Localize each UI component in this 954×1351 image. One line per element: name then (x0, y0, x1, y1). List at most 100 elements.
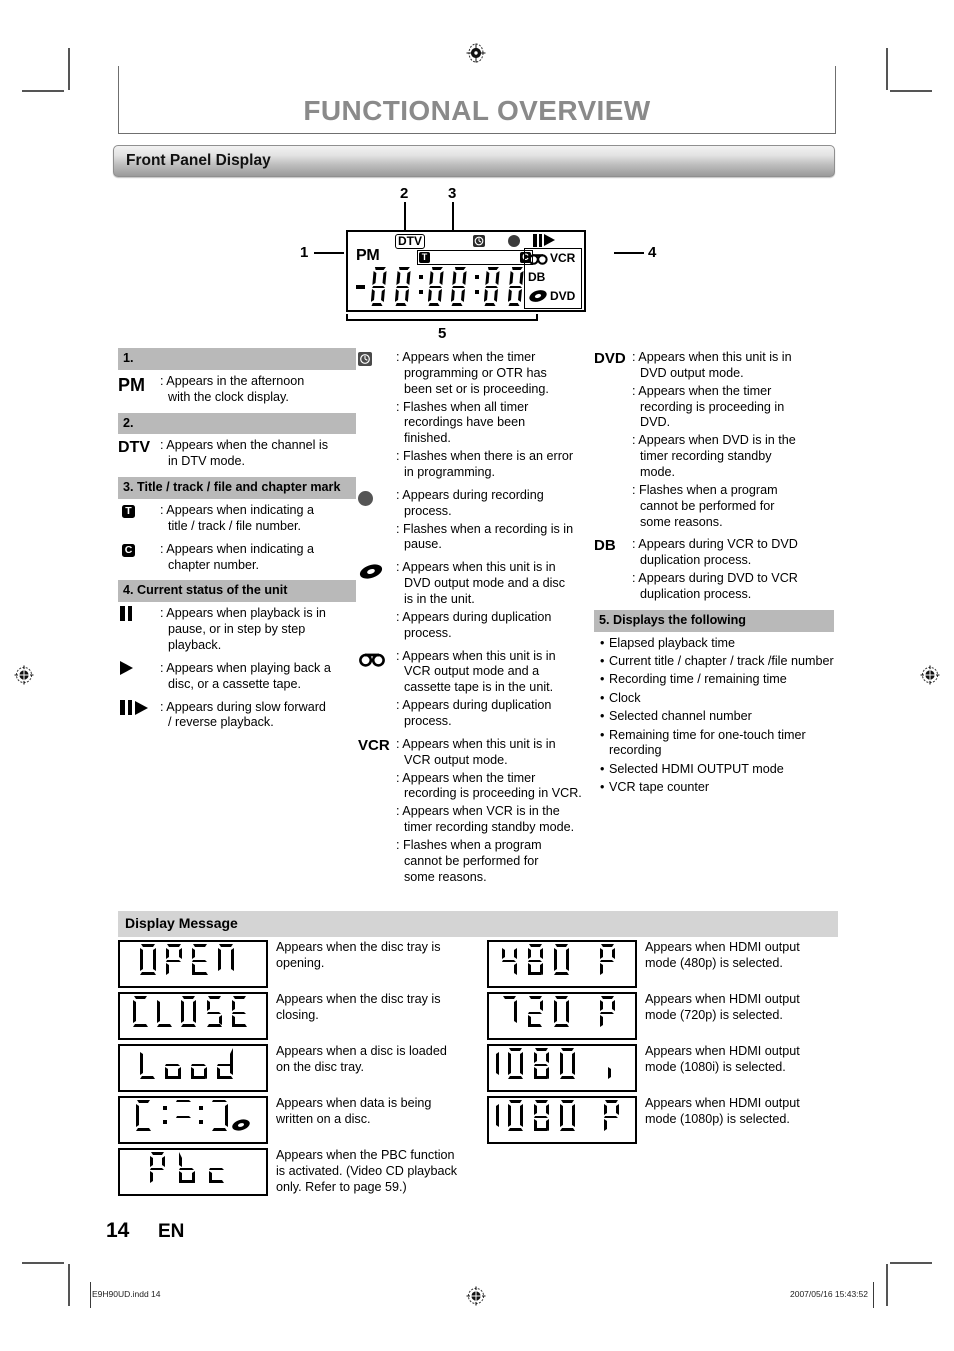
lcd-message-text (489, 994, 635, 1033)
list-item: • Selected HDMI OUTPUT mode (600, 761, 784, 776)
crop-mark-top-left (68, 48, 70, 90)
legend-text-line: in DTV mode. (168, 454, 245, 469)
display-message-desc-line: Appears when HDMI output (645, 1096, 800, 1110)
legend-text-line: : Appears when this unit is in (396, 648, 556, 663)
legend-header-2: 2. (118, 412, 356, 435)
legend-text-line: process. (404, 714, 452, 729)
page-title: FUNCTIONAL OVERVIEW (303, 95, 651, 126)
display-message-desc-line: Appears when the disc tray is (276, 992, 441, 1006)
legend-entry: PM : Appears in the afternoon with the c… (118, 374, 356, 406)
page-language: EN (158, 1221, 185, 1242)
display-message-row: Appears when a disc is loaded on the dis… (118, 1044, 473, 1092)
legend-text-line: : Appears when this unit is in (396, 560, 556, 575)
lcd-digit (394, 266, 413, 311)
legend-text-line: : Appears when this unit is in (396, 736, 556, 751)
legend-entry: C : Appears when indicating a chapter nu… (118, 542, 356, 574)
lcd-message-text (489, 942, 635, 981)
chapter-badge-icon: C (122, 543, 135, 557)
legend-text-line: duplication process. (640, 587, 752, 602)
legend-entry: T : Appears when indicating a title / tr… (118, 503, 356, 535)
legend-header-1: 1. (118, 348, 356, 370)
cassette-icon (358, 653, 386, 670)
pm-glyph: PM (118, 374, 145, 395)
lcd-timer-clock-icon (473, 235, 485, 247)
lcd-mode-box: VCR DB DVD (524, 248, 582, 309)
legend-text-line: some reasons. (640, 514, 723, 529)
display-message-row: Appears when data is being written on a … (118, 1096, 473, 1144)
legend-entry: : Appears when playing back a disc, or a… (118, 660, 356, 693)
legend-text-line: : Appears when the timer (396, 350, 536, 364)
callout-5: 5 (438, 325, 447, 342)
lcd-message-box (118, 1096, 268, 1144)
legend-text-line: : Appears during VCR to DVD (632, 537, 798, 552)
legend-header-4: 4. Current status of the unit (118, 580, 356, 603)
crop-mark-bottom-right (886, 1264, 888, 1306)
display-message-desc-line: closing. (276, 1007, 319, 1022)
lcd-title-badge-icon: T (419, 252, 430, 263)
lcd-digit (451, 266, 469, 311)
front-panel-lcd-diagram: 1 2 3 4 5 PM DTV T C VCR DB DVD (300, 185, 700, 345)
lcd-message-box (487, 940, 637, 988)
lcd-cassette-icon (528, 252, 548, 270)
lcd-digit (427, 266, 446, 311)
legend-text-line: duplication process. (640, 553, 752, 568)
legend-header-5: 5. Displays the following (594, 609, 834, 632)
disc-icon (358, 564, 384, 583)
legend-text-line: process. (404, 625, 452, 640)
legend-text-line: : Appears when playback is in (160, 606, 326, 621)
legend-text-line: : Appears when the timer (396, 770, 536, 785)
dvd-glyph: DVD (594, 350, 626, 367)
display-message-row: Appears when HDMI output mode (1080i) is… (487, 1044, 842, 1092)
callout-1: 1 (300, 244, 309, 261)
legend-text-line: is in the unit. (404, 592, 475, 607)
legend-text-line: finished. (404, 431, 451, 446)
legend-column-2: : Appears when the timer programming or … (358, 350, 590, 893)
callout-2-leader (404, 202, 406, 231)
legend-text-line: with the clock display. (168, 389, 289, 404)
legend-text-line: : Appears during slow forward (160, 699, 326, 714)
display-message-row: Appears when the disc tray is opening. (118, 940, 473, 988)
legend-column-3: DVD : Appears when this unit is in DVD o… (594, 350, 834, 798)
legend-entry: : Appears when the timer programming or … (358, 350, 590, 481)
callout-4: 4 (648, 244, 657, 261)
legend-text-line: : Flashes when there is an error (396, 449, 574, 464)
display-message-desc-line: opening. (276, 955, 325, 970)
lcd-minus-sign (356, 285, 365, 289)
registration-mark-right (919, 664, 941, 686)
footer-rule-right (873, 1282, 874, 1308)
registration-mark-bottom (465, 1285, 487, 1307)
legend-text-line: : Appears during duplication (396, 698, 552, 713)
display-message-desc-line: Appears when the PBC function (276, 1148, 455, 1162)
list-item: • Current title / chapter / track /file n… (600, 654, 834, 669)
legend-header-3: 3. Title / track / file and chapter mark (118, 477, 356, 500)
clock-icon (358, 352, 372, 366)
callout-1-leader (314, 252, 344, 254)
display-message-row: Appears when HDMI output mode (480p) is … (487, 940, 842, 988)
legend-text-line: been set or is proceeding. (404, 381, 549, 396)
lcd-digit (371, 266, 389, 311)
lcd-dtv-indicator: DTV (395, 234, 425, 249)
display-message-header-label: Display Message (125, 915, 238, 931)
lcd-message-box (118, 1148, 268, 1196)
list-item: • Recording time / remaining time (600, 672, 787, 687)
display-message-right-column: Appears when HDMI output mode (480p) is … (487, 940, 842, 1148)
lcd-message-text (120, 1046, 266, 1085)
display-message-row: Appears when HDMI output mode (1080p) is… (487, 1096, 842, 1144)
legend-text-line: : Flashes when all timer (396, 399, 529, 414)
legend-text-line: in programming. (404, 465, 495, 480)
lcd-message-box (487, 1096, 637, 1144)
lcd-message-box (487, 1044, 637, 1092)
legend-text-line: : Flashes when a recording is in (396, 521, 574, 536)
display-message-left-column: Appears when the disc tray is opening. A… (118, 940, 473, 1200)
legend-text-line: programming or OTR has (404, 365, 547, 380)
lcd-vcr-indicator: VCR (550, 251, 576, 265)
lcd-message-text (489, 1046, 635, 1085)
lcd-dvd-indicator: DVD (550, 289, 576, 303)
lcd-db-indicator: DB (528, 270, 546, 284)
legend-text-line: pause. (404, 537, 442, 552)
legend-text-line: process. (404, 503, 452, 518)
slow-play-icon (118, 699, 160, 732)
legend-text-line: : Flashes when a program (396, 838, 542, 853)
crop-mark-right-lower (890, 1262, 932, 1264)
display-message-header: Display Message (118, 911, 838, 937)
